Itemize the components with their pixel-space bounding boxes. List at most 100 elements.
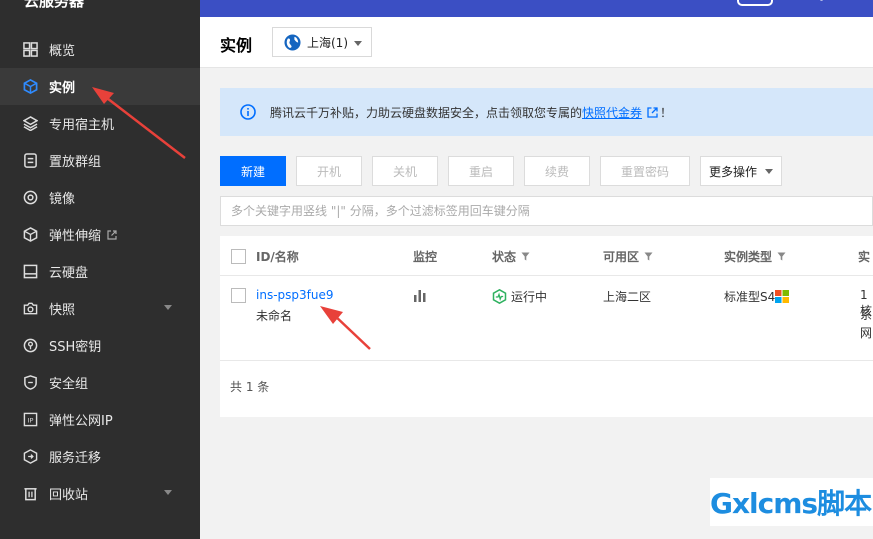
row-checkbox[interactable]: [231, 288, 246, 303]
more-actions-label: 更多操作: [708, 164, 757, 179]
migration-icon: [22, 449, 38, 465]
sidebar-item-label: 实例: [49, 81, 76, 96]
start-button[interactable]: 开机: [296, 156, 362, 186]
sidebar-item-label: 置放群组: [49, 155, 102, 170]
sidebar-item-label: 弹性伸缩: [49, 229, 102, 244]
chevron-down-icon[interactable]: [164, 305, 172, 310]
instance-id-link[interactable]: ins-psp3fue9: [256, 288, 334, 302]
notice-text-end: ！: [660, 105, 673, 120]
ip-icon: IP: [22, 412, 38, 428]
search-input[interactable]: [220, 196, 873, 226]
notice-message: 腾讯云千万补贴，力助云硬盘数据安全，点击领取您专属的快照代金券 ！: [270, 104, 672, 121]
sidebar-item-label: 概览: [49, 44, 76, 59]
reset-password-button[interactable]: 重置密码: [600, 156, 690, 186]
main-content: 腾讯云千万补贴，力助云硬盘数据安全，点击领取您专属的快照代金券 ！ 新建 开机 关…: [200, 68, 873, 539]
sidebar-item-cloud-disk[interactable]: 云硬盘: [0, 253, 200, 290]
page-title: 实例: [220, 36, 253, 55]
column-status[interactable]: 状态: [492, 248, 530, 265]
filter-icon[interactable]: [521, 252, 530, 261]
page-header: 实例 上海(1): [200, 17, 873, 68]
placement-group-icon: [22, 153, 38, 169]
notice-banner: 腾讯云千万补贴，力助云硬盘数据安全，点击领取您专属的快照代金券 ！: [220, 88, 873, 136]
info-icon: [240, 104, 256, 120]
watermark: Gxlcms脚本: [710, 478, 873, 526]
top-bar-button[interactable]: [737, 0, 773, 6]
instance-type-value: 标准型S4: [724, 288, 790, 305]
image-disc-icon: [22, 190, 38, 206]
sidebar-item-overview[interactable]: 概览: [0, 31, 200, 68]
sidebar-item-label: 专用宿主机: [49, 118, 115, 133]
notice-text: 腾讯云千万补贴，力助云硬盘数据安全，点击领取您专属的: [270, 105, 583, 120]
sidebar-item-label: 服务迁移: [49, 451, 102, 466]
instance-cube-icon: [22, 79, 38, 95]
auto-scaling-icon: [22, 227, 38, 243]
status-running: 运行中: [492, 288, 547, 305]
top-bar-indicator: [820, 0, 823, 1]
table-header: ID/名称 监控 状态 可用区 实例类型 实: [220, 236, 873, 276]
monitor-chart-icon[interactable]: [413, 289, 427, 305]
status-text: 运行中: [511, 290, 548, 304]
column-id-name: ID/名称: [256, 250, 299, 264]
external-link-icon: [107, 229, 117, 240]
sidebar-item-label: 快照: [49, 303, 76, 318]
sidebar-item-recycle-bin[interactable]: 回收站: [0, 475, 200, 512]
recycle-bin-icon: [22, 486, 38, 502]
chevron-down-icon[interactable]: [164, 490, 172, 495]
column-zone[interactable]: 可用区: [603, 248, 653, 265]
sidebar-item-label: 回收站: [49, 488, 89, 503]
config-line-2: 系: [860, 308, 873, 322]
create-button[interactable]: 新建: [220, 156, 286, 186]
host-layers-icon: [22, 116, 38, 132]
filter-icon[interactable]: [644, 252, 653, 261]
sidebar-item-instances[interactable]: 实例: [0, 68, 200, 105]
sidebar-item-ssh-key[interactable]: SSH密钥: [0, 327, 200, 364]
cloud-disk-icon: [22, 264, 38, 280]
zone-value: 上海二区: [603, 290, 652, 304]
product-title: 云服务器: [24, 0, 85, 10]
camera-snapshot-icon: [22, 301, 38, 317]
globe-icon: [284, 33, 301, 51]
instance-table: ID/名称 监控 状态 可用区 实例类型 实 ins-psp3fue9 未命名 …: [220, 236, 873, 417]
snapshot-voucher-link[interactable]: 快照代金券: [582, 106, 642, 120]
chevron-down-icon: [354, 41, 362, 46]
column-instance-type[interactable]: 实例类型: [724, 248, 786, 265]
sidebar-item-label: 镜像: [49, 192, 76, 207]
column-config: 实: [858, 250, 871, 264]
sidebar: 云服务器 概览 实例 专用宿主机 置放群组 镜像 弹性伸缩 云硬盘 快照 SSH…: [0, 0, 200, 539]
sidebar-item-label: SSH密钥: [49, 340, 102, 355]
column-monitor: 监控: [413, 250, 438, 264]
region-selector[interactable]: 上海(1): [272, 27, 372, 57]
shield-icon: [22, 375, 38, 391]
sidebar-item-security-group[interactable]: 安全组: [0, 364, 200, 401]
running-status-icon: [492, 288, 507, 305]
filter-icon[interactable]: [777, 252, 786, 261]
total-count: 共 1 条: [230, 380, 270, 394]
instance-type-text: 标准型S4: [724, 290, 776, 304]
sidebar-item-migration[interactable]: 服务迁移: [0, 438, 200, 475]
region-value: 上海(1): [307, 35, 348, 50]
windows-icon: [775, 290, 790, 303]
sidebar-item-snapshot[interactable]: 快照: [0, 290, 200, 327]
ssh-key-icon: [22, 338, 38, 354]
restart-button[interactable]: 重启: [448, 156, 514, 186]
top-navigation-bar: [200, 0, 873, 17]
sidebar-item-label: 安全组: [49, 377, 89, 392]
svg-text:IP: IP: [27, 416, 33, 424]
config-line-3: 网: [860, 326, 873, 340]
sidebar-item-elastic-ip[interactable]: IP 弹性公网IP: [0, 401, 200, 438]
table-row: ins-psp3fue9 未命名 运行中 上海二区 标准型S4 1核 系 网: [220, 277, 873, 361]
sidebar-item-label: 弹性公网IP: [49, 414, 113, 429]
overview-icon: [22, 42, 38, 58]
sidebar-item-dedicated-host[interactable]: 专用宿主机: [0, 105, 200, 142]
shutdown-button[interactable]: 关机: [372, 156, 438, 186]
sidebar-item-label: 云硬盘: [49, 266, 89, 281]
external-link-icon[interactable]: [647, 106, 658, 118]
renew-button[interactable]: 续费: [524, 156, 590, 186]
chevron-down-icon: [765, 168, 773, 174]
select-all-checkbox[interactable]: [231, 249, 246, 264]
more-actions-button[interactable]: 更多操作: [700, 156, 782, 186]
instance-name: 未命名: [256, 309, 293, 323]
sidebar-item-image[interactable]: 镜像: [0, 179, 200, 216]
sidebar-item-placement-group[interactable]: 置放群组: [0, 142, 200, 179]
sidebar-item-auto-scaling[interactable]: 弹性伸缩: [0, 216, 200, 253]
